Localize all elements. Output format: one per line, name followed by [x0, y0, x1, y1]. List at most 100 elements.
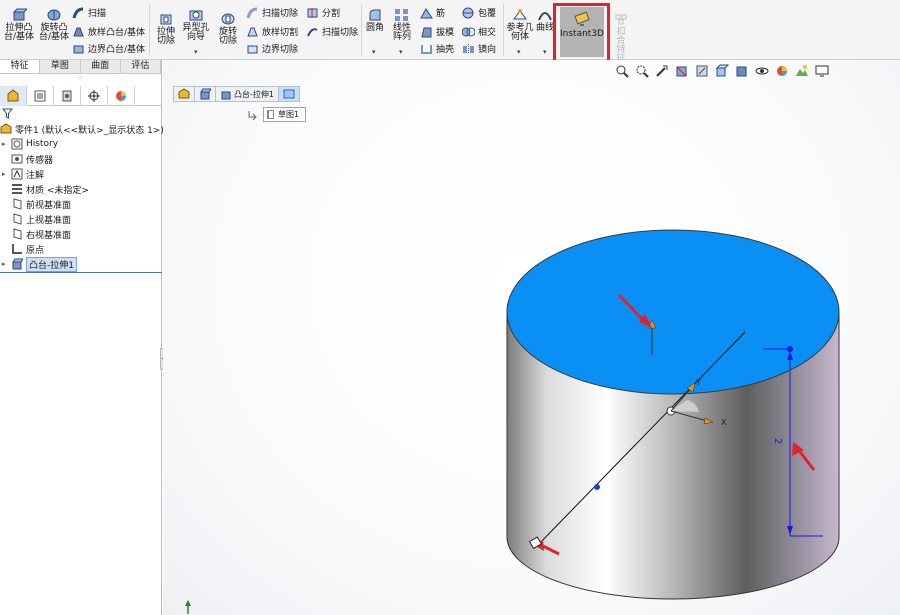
- expand-arrow-icon[interactable]: ▸: [2, 260, 8, 268]
- tree-item-history[interactable]: ▸ History: [2, 137, 58, 151]
- tree-item-label: 上视基准面: [26, 215, 72, 226]
- annotation-icon: [11, 168, 23, 180]
- snap-hook-label: 扣合特征: [616, 27, 626, 64]
- tree-item-top-plane[interactable]: 上视基准面: [11, 212, 71, 226]
- fillet-dropdown[interactable]: ▾: [372, 48, 376, 56]
- dimension-value[interactable]: 2: [772, 438, 783, 444]
- model-graphics[interactable]: X Y 2: [163, 60, 900, 615]
- graphics-viewport[interactable]: 凸台-拉伸1 草图1 X Y 2: [163, 60, 900, 615]
- split-button[interactable]: 分割: [306, 6, 340, 19]
- tree-filter[interactable]: [0, 108, 161, 122]
- display-manager-tab[interactable]: [108, 86, 135, 106]
- tree-item-sensors[interactable]: 传感器: [11, 152, 53, 166]
- configuration-manager-tab[interactable]: [54, 86, 81, 106]
- revolve-boss-button[interactable]: 旋转凸台/基体: [37, 8, 71, 42]
- hole-wizard-dropdown[interactable]: ▾: [194, 48, 198, 56]
- sensor-icon: [11, 154, 23, 164]
- tab-surfaces[interactable]: 曲面: [81, 60, 121, 73]
- property-manager-tab[interactable]: [27, 86, 54, 106]
- rib-icon: [420, 7, 433, 18]
- fillet-button[interactable]: 圆角: [363, 8, 387, 33]
- tree-item-origin[interactable]: 原点: [11, 242, 44, 256]
- axis-point: [594, 484, 600, 490]
- linear-pattern-label: 线性阵列: [392, 23, 411, 42]
- expand-arrow-icon[interactable]: ▸: [2, 170, 8, 178]
- swept-cut2-button[interactable]: 扫描切除: [306, 25, 358, 38]
- split-icon: [307, 7, 318, 18]
- plane-icon: [13, 228, 22, 240]
- draft-button[interactable]: 拔模: [420, 25, 454, 38]
- shell-button[interactable]: 抽壳: [420, 42, 454, 55]
- swept-cut2-icon: [307, 27, 318, 36]
- linear-pattern-icon: [395, 9, 408, 21]
- property-list-icon: [34, 90, 46, 102]
- hole-wizard-button[interactable]: 异型孔向导: [181, 8, 211, 42]
- swept-cut-icon: [246, 7, 258, 18]
- tree-item-right-plane[interactable]: 右视基准面: [11, 227, 71, 241]
- tree-item-annotations[interactable]: ▸ 注解: [2, 167, 44, 181]
- intersect-button[interactable]: 相交: [462, 25, 496, 38]
- extrude-boss-label: 拉伸凸台/基体: [3, 23, 35, 42]
- tab-evaluate[interactable]: 评估: [121, 60, 161, 73]
- intersect-label: 相交: [478, 28, 497, 38]
- extrude-cut-icon: [160, 14, 172, 25]
- extrude-feature-icon: [12, 258, 23, 270]
- mirror-button[interactable]: 镜向: [462, 42, 496, 55]
- boundary-cut-button[interactable]: 边界切除: [246, 42, 298, 55]
- loft-boss-button[interactable]: 放样凸台/基体: [72, 25, 145, 38]
- revolve-cut-button[interactable]: 旋转切除: [212, 12, 244, 46]
- boundary-boss-icon: [73, 45, 84, 53]
- cylinder-top-face[interactable]: [506, 229, 840, 395]
- extrude-cut-button[interactable]: 拉伸切除: [150, 12, 182, 46]
- boundary-boss-label: 边界凸台/基体: [88, 45, 146, 55]
- rib-button[interactable]: 筋: [420, 6, 445, 19]
- dimxpert-manager-tab[interactable]: [81, 86, 108, 106]
- plane-icon: [13, 198, 22, 210]
- sweep-label: 扫描: [88, 9, 107, 19]
- sweep-button[interactable]: 扫描: [72, 6, 106, 19]
- revolve-boss-label: 旋转凸台/基体: [38, 23, 70, 42]
- tree-item-boss-extrude[interactable]: ▸ 凸台-拉伸1: [2, 256, 77, 272]
- linear-pattern-dropdown[interactable]: ▾: [399, 48, 403, 56]
- plane-icon: [13, 213, 22, 225]
- revolve-cut-label: 旋转切除: [218, 27, 237, 46]
- reference-geometry-button[interactable]: 参考几何体: [505, 8, 535, 42]
- ribbon-separator: [503, 4, 504, 56]
- feature-tree-icon: [7, 89, 19, 102]
- tree-item-label: 右视基准面: [26, 230, 72, 241]
- snap-hook-icon: [615, 14, 627, 25]
- curves-icon: [538, 12, 552, 21]
- tab-features[interactable]: 特征: [0, 60, 41, 73]
- revolve-cut-icon: [221, 13, 235, 25]
- curves-button[interactable]: 曲线: [536, 8, 554, 33]
- boundary-boss-button[interactable]: 边界凸台/基体: [72, 42, 145, 55]
- reference-geometry-icon: [513, 9, 527, 20]
- expand-arrow-icon[interactable]: ▸: [2, 140, 8, 148]
- reference-geometry-dropdown[interactable]: ▾: [517, 48, 521, 56]
- tree-item-front-plane[interactable]: 前视基准面: [11, 197, 71, 211]
- shell-label: 抽壳: [436, 45, 455, 55]
- instant3d-highlight-box: [553, 3, 610, 64]
- linear-pattern-button[interactable]: 线性阵列: [388, 8, 416, 42]
- swept-cut-button[interactable]: 扫描切除: [246, 6, 298, 19]
- extrude-boss-button[interactable]: 拉伸凸台/基体: [2, 8, 36, 42]
- rib-label: 筋: [436, 9, 446, 19]
- panel-grip[interactable]: ◦: [0, 74, 161, 84]
- draft-label: 拔模: [436, 28, 455, 38]
- feature-manager-tab[interactable]: [0, 86, 27, 106]
- fillet-label: 圆角: [365, 23, 384, 33]
- lofted-cut-button[interactable]: 放样切割: [246, 25, 298, 38]
- hole-wizard-label: 异型孔向导: [182, 23, 210, 42]
- tree-rollback-bar[interactable]: [0, 272, 162, 273]
- wrap-button[interactable]: 包覆: [462, 6, 496, 19]
- boundary-cut-label: 边界切除: [262, 45, 299, 55]
- extrude-boss-icon: [12, 8, 27, 21]
- wrap-label: 包覆: [478, 9, 497, 19]
- tree-item-part[interactable]: 零件1 (默认<<默认>_显示状态 1>): [0, 122, 164, 136]
- tree-item-material[interactable]: 材质 <未指定>: [11, 182, 89, 196]
- loft-boss-icon: [73, 27, 84, 36]
- tab-sketch[interactable]: 草图: [40, 60, 81, 73]
- curves-dropdown[interactable]: ▾: [543, 48, 547, 56]
- tree-item-label: 零件1 (默认<<默认>_显示状态 1>): [15, 125, 164, 136]
- extrude-cut-label: 拉伸切除: [156, 27, 175, 46]
